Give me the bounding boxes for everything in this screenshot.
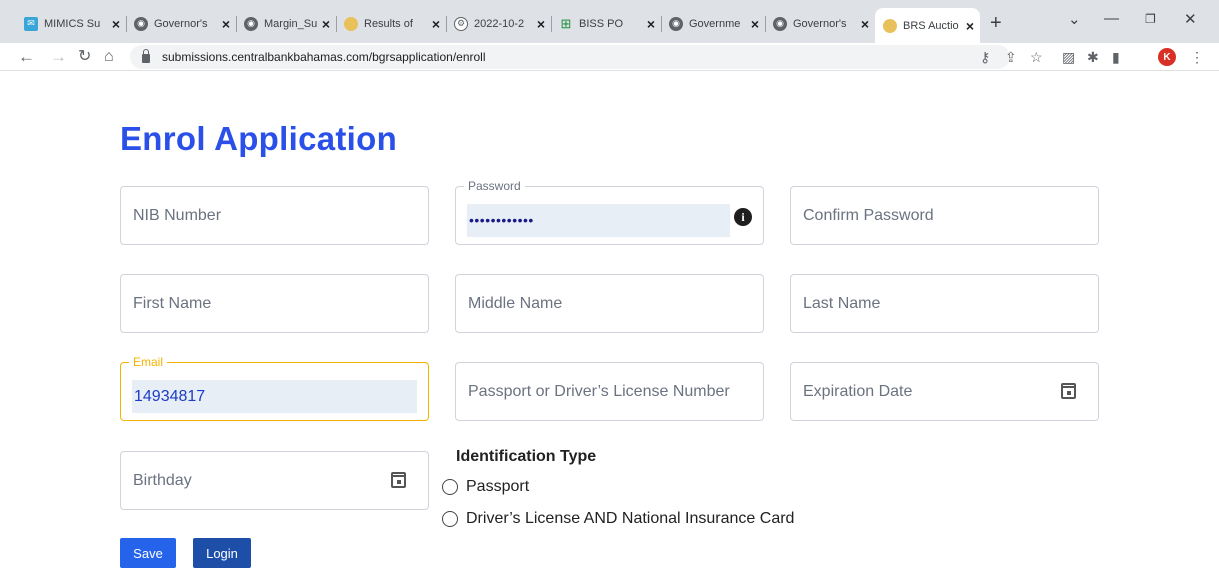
tab-title: BRS Auctio xyxy=(903,19,959,32)
nib-number-field[interactable]: NIB Number xyxy=(120,186,429,245)
first-name-field[interactable]: First Name xyxy=(120,274,429,333)
close-icon[interactable]: × xyxy=(647,16,655,32)
home-icon[interactable]: ⌂ xyxy=(104,47,114,67)
calendar-icon[interactable] xyxy=(391,472,406,488)
confirm-password-placeholder: Confirm Password xyxy=(803,207,934,224)
puzzle-icon[interactable]: ✱ xyxy=(1087,49,1099,66)
close-icon[interactable]: × xyxy=(432,16,440,32)
address-bar[interactable]: submissions.centralbankbahamas.com/bgrsa… xyxy=(130,45,1010,69)
back-icon[interactable]: ← xyxy=(18,47,35,67)
browser-tab[interactable]: Results of × xyxy=(336,8,447,39)
share-icon[interactable]: ⇪ xyxy=(1005,49,1017,66)
tab-title: 2022-10-2 xyxy=(474,17,525,30)
browser-tab[interactable]: ◉ Governor's × xyxy=(126,8,237,39)
confirm-password-field[interactable]: Confirm Password xyxy=(790,186,1099,245)
radio-button[interactable] xyxy=(442,511,458,527)
tab-title: Margin_Su xyxy=(264,17,318,30)
last-name-field[interactable]: Last Name xyxy=(790,274,1099,333)
new-tab-button[interactable]: + xyxy=(990,12,1002,35)
calendar-icon[interactable] xyxy=(1061,383,1076,399)
globe-icon: ◉ xyxy=(134,16,148,31)
middle-name-placeholder: Middle Name xyxy=(468,295,563,312)
browser-tab[interactable]: ◉ Governme × xyxy=(661,8,766,39)
info-icon[interactable]: i xyxy=(734,208,752,226)
browser-tab[interactable]: ⊞ BISS PO × xyxy=(551,8,662,39)
side-panel-icon[interactable]: ▮ xyxy=(1112,49,1120,66)
nib-number-placeholder: NIB Number xyxy=(133,207,222,224)
password-field[interactable]: Password •••••••••••• i xyxy=(455,179,764,245)
birthday-field[interactable]: Birthday xyxy=(120,451,429,510)
reload-icon[interactable]: ↻ xyxy=(78,47,91,67)
tab-title: Governor's xyxy=(793,17,847,30)
browser-tab[interactable]: ⚙ 2022-10-2 × xyxy=(446,8,552,39)
seal-icon xyxy=(344,16,358,31)
mail-icon: ✉ xyxy=(24,16,38,31)
close-icon[interactable]: × xyxy=(861,16,869,32)
browser-tab-strip: ✉ MIMICS Su × ◉ Governor's × ◉ Margin_Su… xyxy=(0,0,1219,43)
radio-drivers-license-nic[interactable]: Driver’s License AND National Insurance … xyxy=(442,510,794,528)
tab-title: Results of xyxy=(364,17,413,30)
browser-tab[interactable]: ◉ Governor's × xyxy=(765,8,875,39)
close-icon[interactable]: × xyxy=(751,16,759,32)
email-value[interactable]: 14934817 xyxy=(132,380,417,413)
browser-tab[interactable]: ◉ Margin_Su × xyxy=(236,8,337,39)
radio-label: Driver’s License AND National Insurance … xyxy=(466,510,795,527)
bookmark-star-icon[interactable]: ☆ xyxy=(1030,49,1043,66)
close-icon[interactable]: × xyxy=(322,16,330,32)
key-icon[interactable]: ⚷ xyxy=(980,49,990,66)
last-name-placeholder: Last Name xyxy=(803,295,881,312)
close-icon[interactable]: × xyxy=(966,18,974,34)
password-value[interactable]: •••••••••••• xyxy=(467,204,730,237)
close-window-icon[interactable]: ✕ xyxy=(1184,10,1197,28)
url-text: submissions.centralbankbahamas.com/bgrsa… xyxy=(162,50,486,64)
identification-type-heading: Identification Type xyxy=(456,448,597,465)
tab-search-icon[interactable]: ⌄ xyxy=(1068,10,1081,28)
globe-icon: ◉ xyxy=(244,16,258,31)
tab-title: Governor's xyxy=(154,17,208,30)
browser-toolbar: ← → ↻ ⌂ submissions.centralbankbahamas.c… xyxy=(0,43,1219,71)
tab-title: Governme xyxy=(689,17,741,30)
extension-icon[interactable]: ▨ xyxy=(1062,49,1075,66)
expiration-date-field[interactable]: Expiration Date xyxy=(790,362,1099,421)
globe-icon: ◉ xyxy=(773,16,787,31)
chart-icon: ⊞ xyxy=(560,15,572,31)
close-icon[interactable]: × xyxy=(222,16,230,32)
expiration-date-placeholder: Expiration Date xyxy=(803,383,913,400)
email-label: Email xyxy=(129,355,168,369)
minimize-icon[interactable]: — xyxy=(1104,10,1119,27)
birthday-placeholder: Birthday xyxy=(133,472,192,489)
password-label: Password xyxy=(464,179,525,193)
radio-passport[interactable]: Passport xyxy=(442,478,529,496)
middle-name-field[interactable]: Middle Name xyxy=(455,274,764,333)
page-title: Enrol Application xyxy=(120,120,398,157)
close-icon[interactable]: × xyxy=(537,16,545,32)
radio-button[interactable] xyxy=(442,479,458,495)
globe-icon: ◉ xyxy=(669,16,683,31)
forward-icon[interactable]: → xyxy=(50,47,67,67)
profile-avatar[interactable]: K xyxy=(1158,48,1176,66)
menu-icon[interactable]: ⋮ xyxy=(1190,49,1204,66)
browser-tab[interactable]: ✉ MIMICS Su × xyxy=(16,8,127,39)
close-icon[interactable]: × xyxy=(112,16,120,32)
seal-icon xyxy=(883,18,897,33)
first-name-placeholder: First Name xyxy=(133,295,212,312)
radio-label: Passport xyxy=(466,478,530,495)
lock-icon[interactable] xyxy=(142,48,150,63)
passport-license-number-field[interactable]: Passport or Driver’s License Number xyxy=(455,362,764,421)
restore-icon[interactable]: ❐ xyxy=(1145,12,1156,26)
passport-license-placeholder: Passport or Driver’s License Number xyxy=(468,383,730,400)
settings-icon: ⚙ xyxy=(454,16,468,31)
tab-title: BISS PO xyxy=(579,17,624,30)
browser-tab-active[interactable]: BRS Auctio × xyxy=(875,8,980,43)
email-field[interactable]: Email 14934817 xyxy=(120,355,429,421)
tab-title: MIMICS Su xyxy=(44,17,101,30)
